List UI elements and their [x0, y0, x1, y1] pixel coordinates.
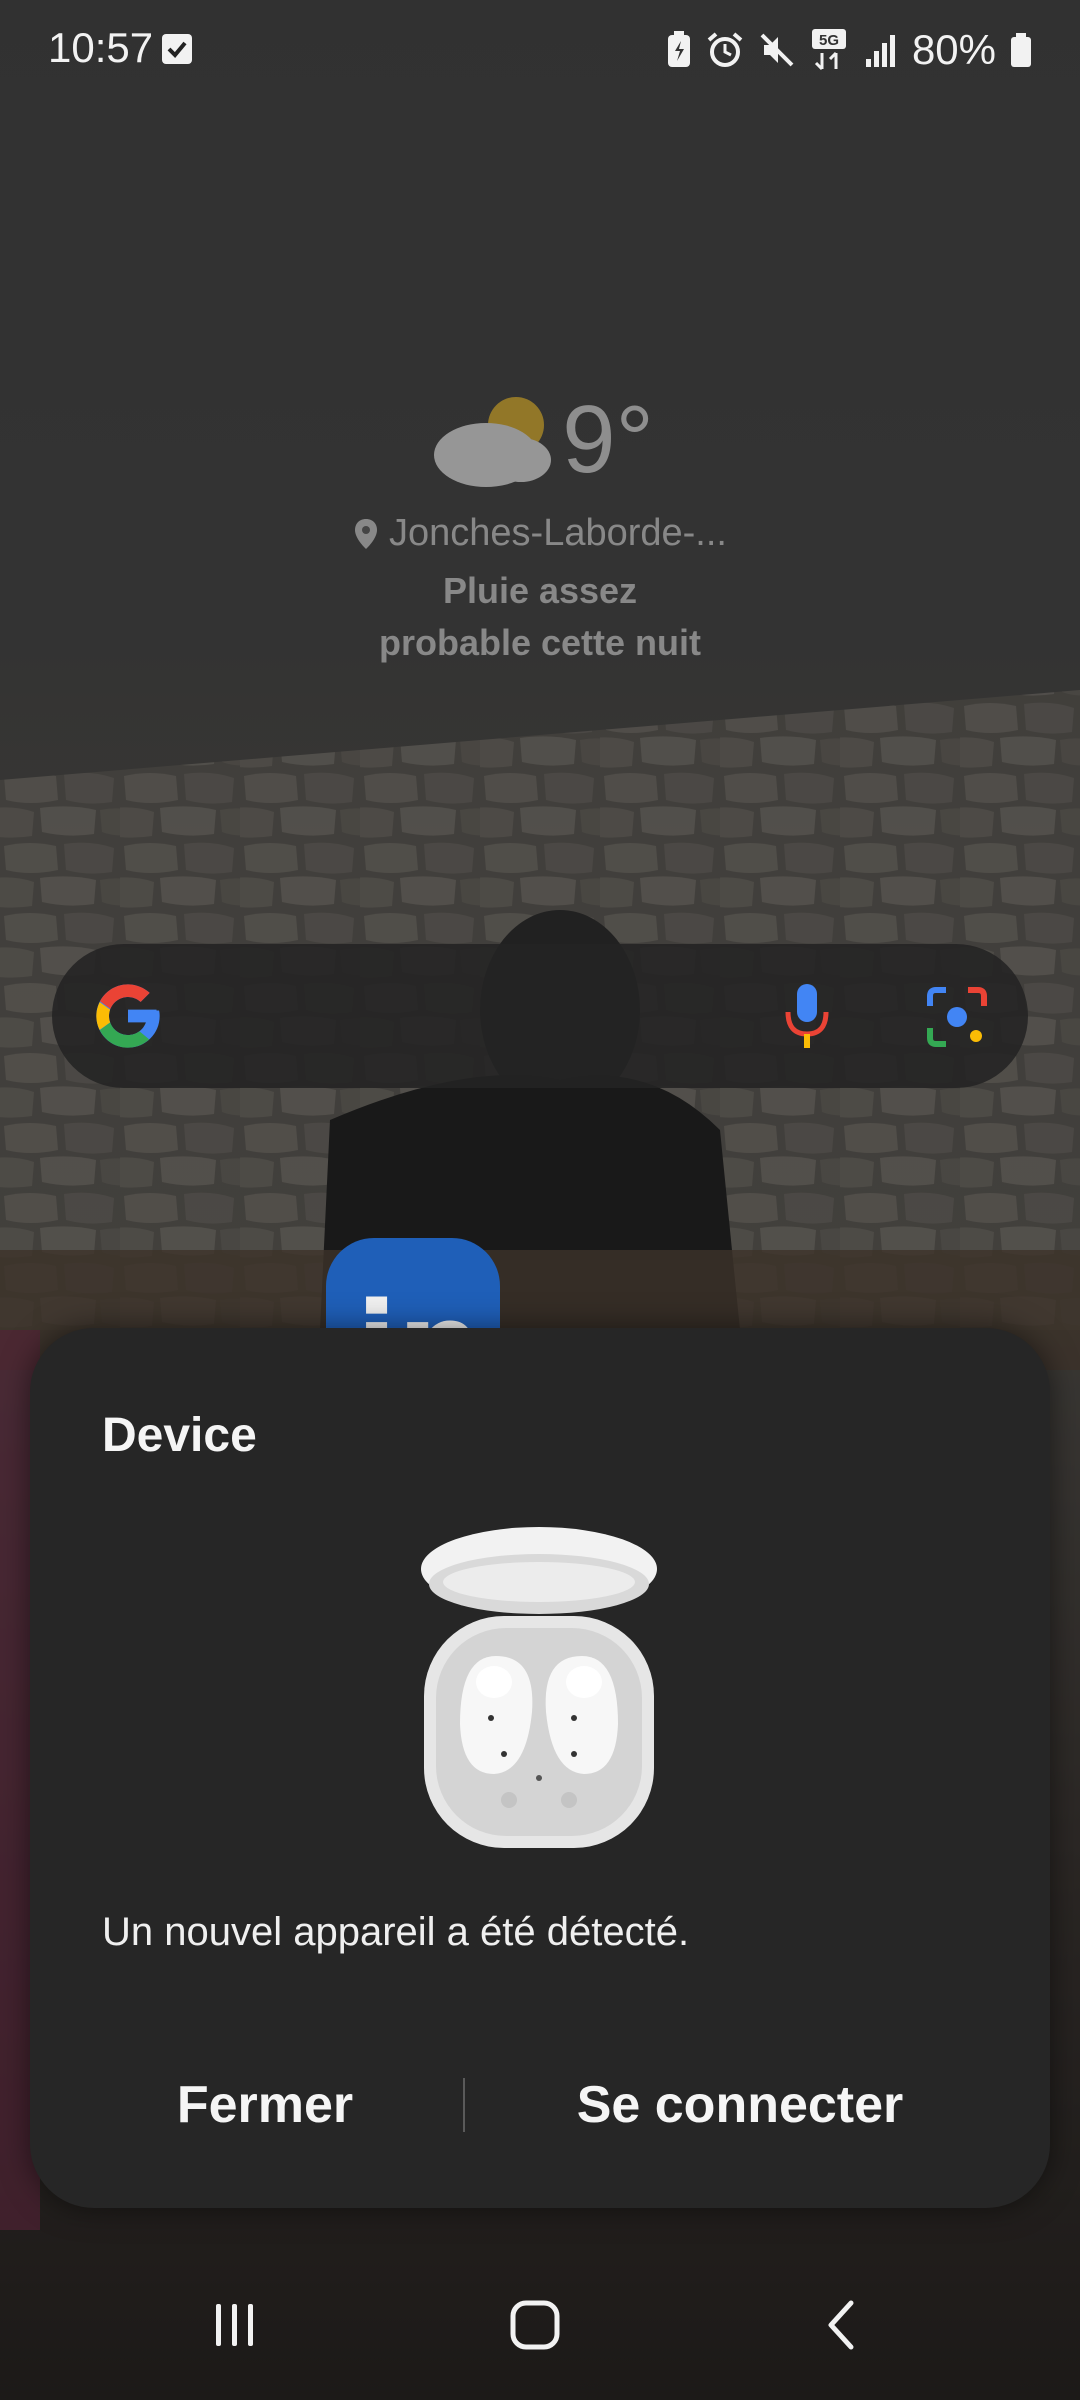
check-icon	[162, 34, 192, 64]
svg-text:5G: 5G	[819, 32, 839, 49]
battery-percent: 80%	[911, 26, 996, 73]
recents-icon	[216, 2304, 253, 2346]
alarm-icon	[707, 32, 743, 67]
lens-icon[interactable]	[926, 986, 988, 1048]
weather-location-text: Jonches-Laborde-...	[389, 512, 727, 554]
weather-widget[interactable]: 9° Jonches-Laborde-... Pluie assez proba…	[0, 380, 1080, 669]
home-button[interactable]	[460, 2270, 610, 2380]
navigation-bar	[0, 2270, 1080, 2380]
dialog-title: Device	[102, 1409, 257, 1462]
status-time: 10:57	[48, 24, 154, 71]
partly-cloudy-icon	[434, 397, 552, 487]
device-detected-dialog: Device Un nouvel appareil a été détecté.…	[30, 1328, 1050, 2208]
mic-icon[interactable]	[782, 980, 832, 1052]
battery-saver-icon	[667, 31, 690, 67]
weather-forecast-line1: Pluie assez	[442, 570, 638, 611]
back-icon	[828, 2300, 854, 2350]
dialog-message: Un nouvel appareil a été détecté.	[102, 1910, 690, 1954]
back-button[interactable]	[766, 2270, 916, 2380]
weather-location: Jonches-Laborde-...	[0, 512, 1080, 555]
google-search-bar[interactable]	[52, 944, 1028, 1088]
earbuds-case-icon	[421, 1527, 657, 1848]
weather-temperature: 9°	[562, 386, 654, 493]
5g-icon: 5G	[811, 29, 846, 71]
button-divider	[463, 2078, 465, 2132]
close-button[interactable]: Fermer	[100, 2050, 430, 2160]
google-icon[interactable]	[90, 978, 166, 1054]
weather-forecast: Pluie assez probable cette nuit	[0, 565, 1080, 669]
recents-button[interactable]	[160, 2270, 310, 2380]
mute-icon	[760, 33, 794, 67]
status-icons: 5G 80%	[666, 24, 1032, 76]
home-icon	[510, 2300, 560, 2350]
status-bar: 10:57 5G 80%	[0, 0, 1080, 100]
weather-forecast-line2: probable cette nuit	[378, 622, 702, 663]
battery-icon	[1011, 33, 1031, 67]
signal-icon	[865, 35, 895, 67]
dialog-button-row: Fermer Se connecter	[30, 2050, 1050, 2160]
connect-button[interactable]: Se connecter	[510, 2050, 970, 2160]
location-pin-icon	[355, 518, 377, 549]
